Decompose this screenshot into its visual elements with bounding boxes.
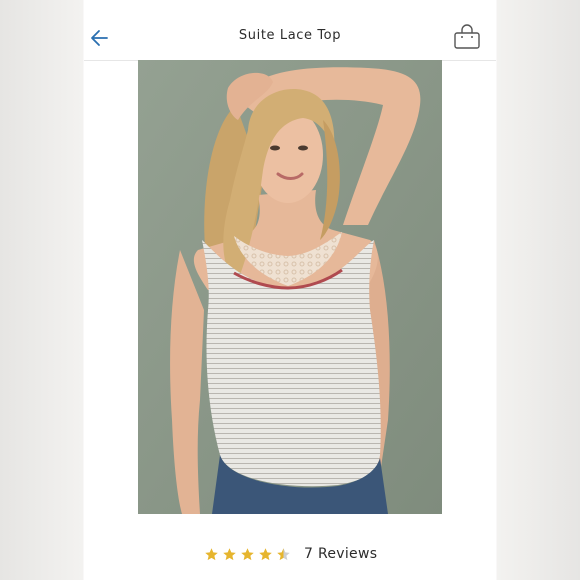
- shopping-bag-icon: [454, 24, 480, 49]
- product-image[interactable]: [138, 60, 442, 514]
- reviews-link[interactable]: 7 Reviews: [304, 546, 377, 562]
- shopping-bag-button[interactable]: [452, 24, 482, 50]
- star-full-icon: [241, 547, 254, 560]
- app-frame: Suite Lace Top 7 Reviews: [84, 0, 496, 580]
- nav-bar: Suite Lace Top: [84, 0, 496, 61]
- star-full-icon: [223, 547, 236, 560]
- star-half-icon: [277, 547, 290, 560]
- product-photo: [138, 60, 442, 514]
- star-full-icon: [259, 547, 272, 560]
- rating-row[interactable]: 7 Reviews: [204, 543, 377, 565]
- star-full-icon: [205, 547, 218, 560]
- page-title: Suite Lace Top: [238, 28, 342, 43]
- screen: Suite Lace Top 7 Reviews: [0, 0, 580, 580]
